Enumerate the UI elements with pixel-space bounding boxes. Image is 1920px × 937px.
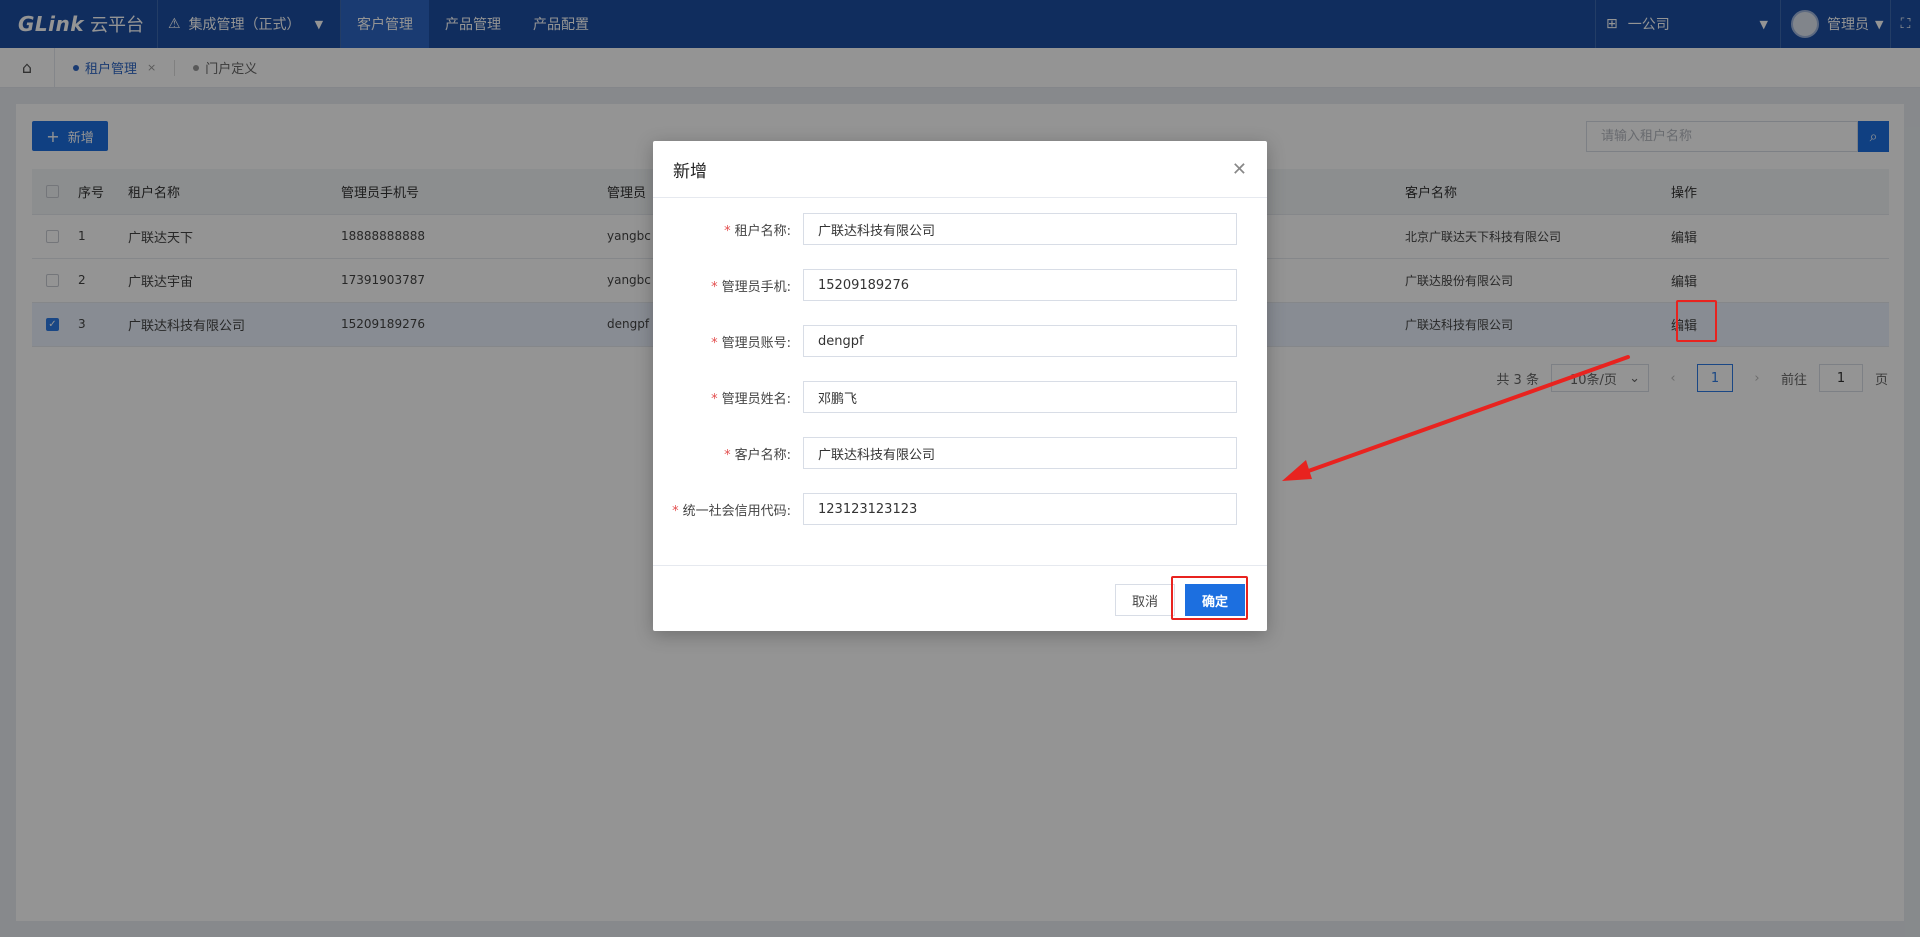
annotation-arrow — [1282, 355, 1630, 481]
